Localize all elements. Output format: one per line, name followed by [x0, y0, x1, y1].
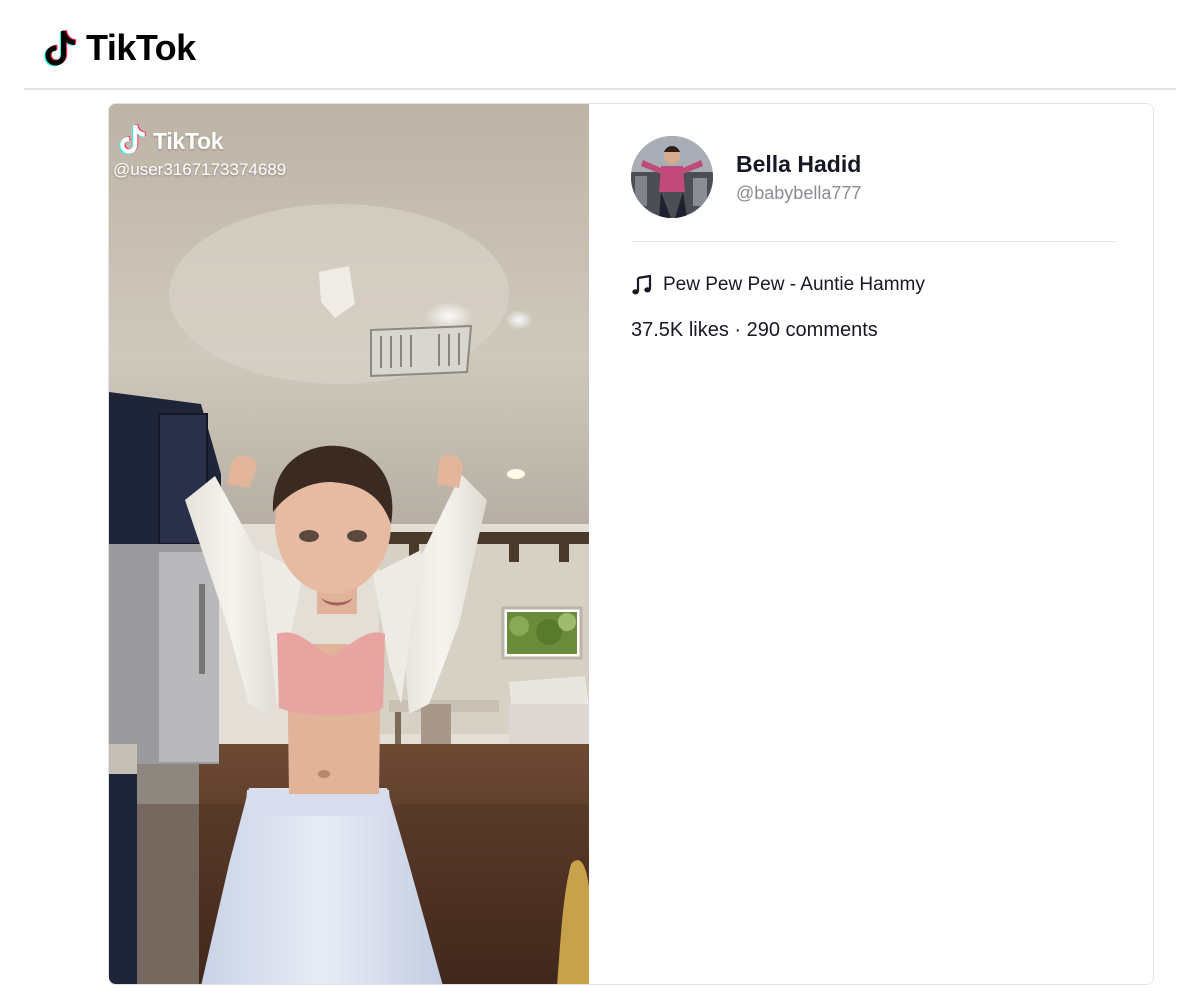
- comments-count[interactable]: 290 comments: [747, 319, 878, 342]
- top-bar: TikTok: [0, 0, 1200, 90]
- avatar[interactable]: [631, 136, 713, 218]
- author-handle[interactable]: @babybella777: [736, 183, 861, 204]
- tiktok-note-icon: [44, 28, 80, 68]
- post-info-panel: Bella Hadid @babybella777 Pew Pew Pew - …: [589, 104, 1153, 984]
- header-divider: [24, 88, 1176, 90]
- tiktok-note-icon: [119, 122, 149, 161]
- author-block[interactable]: Bella Hadid @babybella777: [631, 136, 861, 218]
- info-divider: [631, 241, 1115, 242]
- music-link[interactable]: Pew Pew Pew - Auntie Hammy: [631, 274, 925, 296]
- video-frame: [109, 104, 589, 984]
- video-player[interactable]: TikTok @user3167173374689: [109, 104, 589, 984]
- stats-separator: ·: [728, 319, 747, 341]
- brand-name: TikTok: [86, 27, 196, 68]
- author-name[interactable]: Bella Hadid: [736, 150, 861, 179]
- post-stats: 37.5K likes · 290 comments: [631, 319, 878, 342]
- music-note-icon: [631, 274, 653, 296]
- music-title[interactable]: Pew Pew Pew - Auntie Hammy: [663, 274, 925, 296]
- video-watermark: TikTok: [119, 122, 224, 161]
- post-card: TikTok @user3167173374689 Bella Hadid @b…: [108, 103, 1154, 985]
- watermark-username: @user3167173374689: [113, 160, 287, 179]
- watermark-brand: TikTok: [153, 128, 224, 154]
- tiktok-logo[interactable]: TikTok: [44, 26, 196, 70]
- likes-count: 37.5K likes: [631, 319, 729, 341]
